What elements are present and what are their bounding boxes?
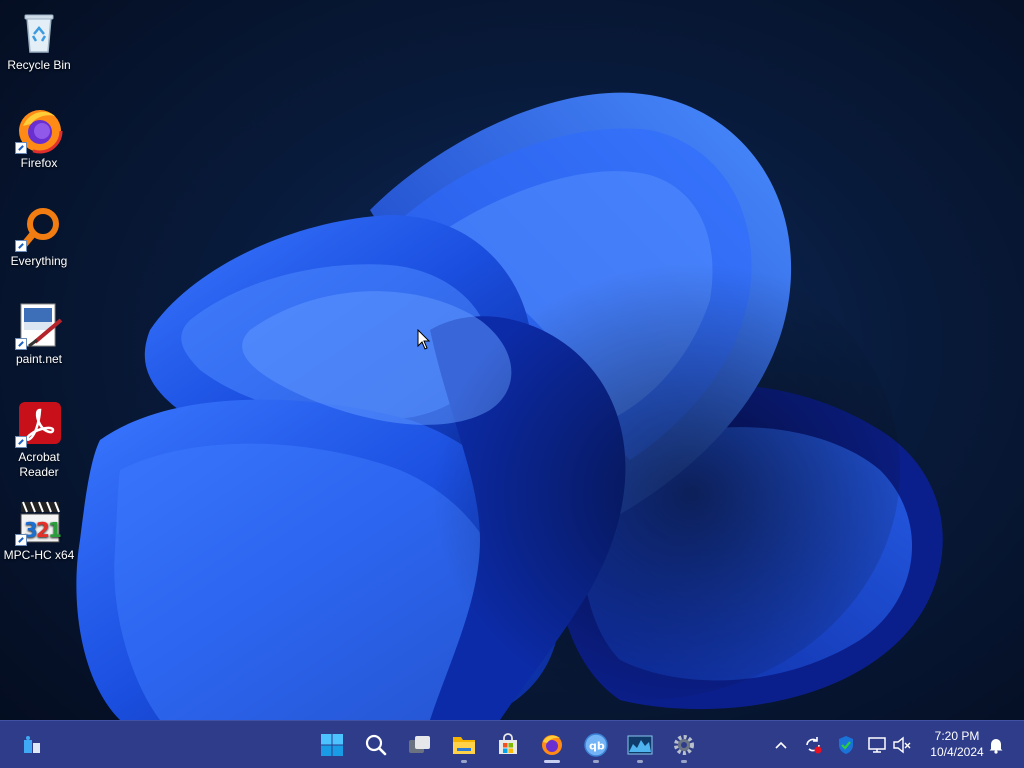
volume-muted-icon [893,736,911,754]
desktop-icon-firefox[interactable]: Firefox [2,100,76,171]
wallpaper-bloom [76,92,943,720]
gear-icon [674,735,694,755]
desktop-icon-label: Firefox [20,156,58,170]
search-button[interactable] [356,725,396,765]
folder-icon [453,737,475,754]
desktop-icon-everything[interactable]: Everything [2,198,76,269]
firefox-icon [15,106,63,154]
taskbar: qb [0,720,1024,768]
qbittorrent-icon: qb [584,733,608,757]
sync-icon [806,737,822,754]
chevron-up-icon [775,741,787,749]
mouse-cursor-icon [417,329,431,350]
desktop-icon-paintnet[interactable]: paint.net [2,296,76,367]
microsoft-store-button[interactable] [488,725,528,765]
file-explorer-button[interactable] [444,725,484,765]
desktop[interactable]: Recycle Bin Firefox Everything paint.net… [0,0,1024,720]
desktop-icon-acrobat-reader[interactable]: Acrobat Reader [2,394,76,480]
desktop-icon-label: Recycle Bin [7,58,71,72]
qbittorrent-button[interactable]: qb [576,725,616,765]
shortcut-arrow-icon [15,142,27,154]
system-clock[interactable]: 7:20 PM 10/4/2024 [920,728,994,760]
resource-monitor-button[interactable] [620,725,660,765]
start-button[interactable] [312,725,352,765]
show-hidden-icons-button[interactable] [769,733,793,757]
running-indicator [461,760,467,763]
volume-tray-button[interactable] [890,733,914,757]
paintnet-icon [15,302,63,350]
security-tray-button[interactable] [834,733,858,757]
shield-icon [839,736,853,754]
running-indicator [593,760,599,763]
shortcut-arrow-icon [15,436,27,448]
clock-date: 10/4/2024 [930,745,984,759]
monitor-icon [627,735,653,755]
widgets-button[interactable] [12,725,52,765]
desktop-icon-recycle-bin[interactable]: Recycle Bin [2,2,76,73]
mpc-hc-icon: 3 2 1 [15,498,63,546]
task-view-button[interactable] [400,725,440,765]
recycle-bin-icon [15,8,63,56]
everything-search-icon [15,204,63,252]
shortcut-arrow-icon [15,240,27,252]
desktop-icon-label: Everything [10,254,68,268]
network-tray-button[interactable] [865,733,889,757]
widgets-icon [24,736,40,753]
svg-text:qb: qb [589,740,605,753]
desktop-icon-label: Acrobat Reader [18,450,60,479]
firefox-taskbar-button[interactable] [532,725,572,765]
shortcut-arrow-icon [15,338,27,350]
shortcut-arrow-icon [15,534,27,546]
desktop-icon-label: paint.net [15,352,63,366]
acrobat-reader-icon [15,400,63,448]
sync-tray-button[interactable] [801,733,825,757]
desktop-icon-mpc-hc[interactable]: 3 2 1 MPC-HC x64 [2,492,76,563]
running-indicator [637,760,643,763]
task-view-icon [409,736,430,753]
network-icon [868,737,886,753]
active-window-indicator [544,760,560,763]
search-icon [365,734,387,756]
windows-start-icon [321,734,343,756]
settings-button[interactable] [664,725,704,765]
store-icon [499,733,517,754]
svg-text:1: 1 [48,518,62,542]
firefox-icon [542,735,562,755]
clock-time: 7:20 PM [934,729,980,743]
desktop-icon-label: MPC-HC x64 [3,548,75,562]
running-indicator [681,760,687,763]
